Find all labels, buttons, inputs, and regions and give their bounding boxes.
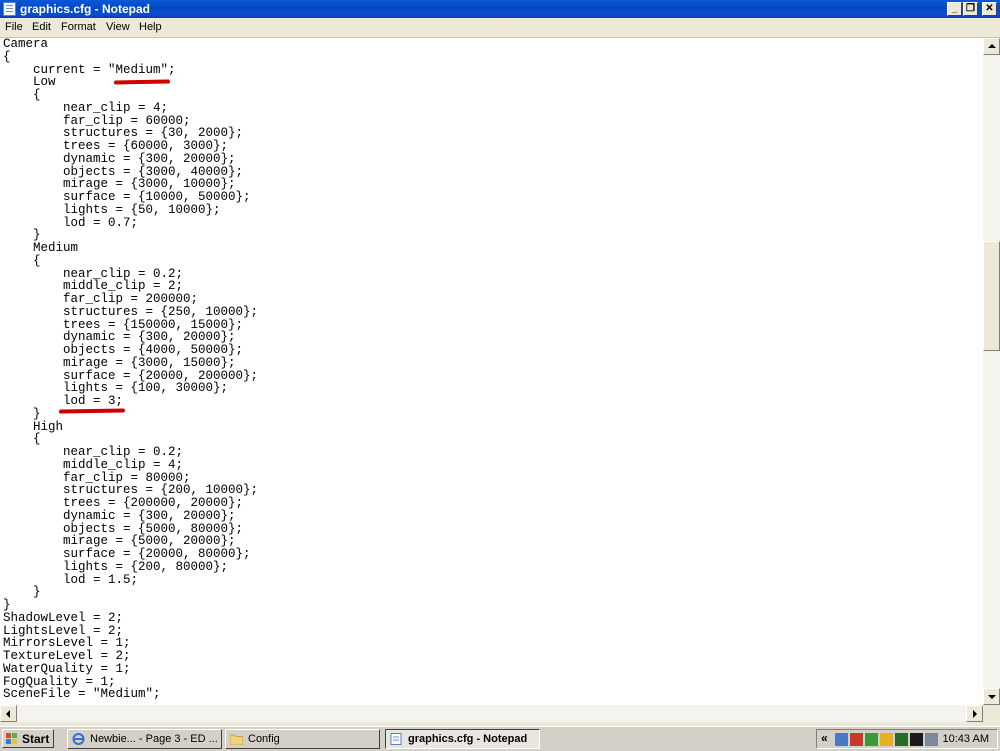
title-bar[interactable]: graphics.cfg - Notepad _ ❐ ✕ bbox=[0, 0, 1000, 18]
minimize-button[interactable]: _ bbox=[947, 2, 962, 16]
task-label: graphics.cfg - Notepad bbox=[408, 733, 528, 745]
scroll-down-button[interactable] bbox=[983, 688, 1000, 705]
maximize-button[interactable]: ❐ bbox=[963, 2, 978, 16]
start-button[interactable]: Start bbox=[2, 729, 54, 748]
windows-logo-icon bbox=[6, 733, 18, 744]
menu-help[interactable]: Help bbox=[139, 21, 162, 33]
close-button[interactable]: ✕ bbox=[982, 2, 997, 16]
size-grip[interactable] bbox=[983, 705, 1000, 722]
monitor-icon[interactable] bbox=[895, 733, 908, 746]
text-editor[interactable]: Camera { current = "Medium"; Low { near_… bbox=[0, 38, 983, 705]
start-label: Start bbox=[22, 732, 50, 746]
scroll-up-button[interactable] bbox=[983, 38, 1000, 55]
folder-icon bbox=[229, 733, 244, 746]
app-tray-icon[interactable] bbox=[865, 733, 878, 746]
vertical-scroll-thumb[interactable] bbox=[983, 241, 1000, 351]
task-config-folder[interactable]: Config bbox=[225, 729, 380, 749]
menu-edit[interactable]: Edit bbox=[32, 21, 51, 33]
gpu-icon[interactable] bbox=[910, 733, 923, 746]
menu-view[interactable]: View bbox=[106, 21, 130, 33]
menu-bar: File Edit Format View Help bbox=[0, 18, 1000, 38]
task-browser[interactable]: Newbie... - Page 3 - ED ... bbox=[67, 729, 222, 749]
security-icon[interactable] bbox=[850, 733, 863, 746]
menu-format[interactable]: Format bbox=[61, 21, 96, 33]
window-title: graphics.cfg - Notepad bbox=[20, 2, 151, 16]
task-label: Newbie... - Page 3 - ED ... bbox=[90, 733, 218, 745]
scroll-right-button[interactable] bbox=[966, 705, 983, 722]
taskbar: Start Newbie... - Page 3 - ED ... Config… bbox=[0, 726, 1000, 751]
notepad-icon bbox=[3, 2, 16, 16]
ie-icon bbox=[72, 733, 85, 745]
editor-content[interactable]: Camera { current = "Medium"; Low { near_… bbox=[0, 38, 983, 701]
system-tray: « 10:43 AM bbox=[816, 729, 998, 749]
scroll-left-button[interactable] bbox=[0, 705, 17, 722]
tray-expand-button[interactable]: « bbox=[821, 731, 828, 745]
menu-file[interactable]: File bbox=[5, 21, 23, 33]
update-icon[interactable] bbox=[880, 733, 893, 746]
task-notepad[interactable]: graphics.cfg - Notepad bbox=[385, 729, 540, 749]
volume-icon[interactable] bbox=[925, 733, 938, 746]
task-label: Config bbox=[248, 733, 280, 745]
horizontal-scrollbar[interactable] bbox=[0, 705, 983, 722]
clock[interactable]: 10:43 AM bbox=[943, 733, 989, 745]
notepad-icon bbox=[390, 733, 403, 745]
vertical-scrollbar[interactable] bbox=[983, 38, 1000, 705]
network-icon[interactable] bbox=[835, 733, 848, 746]
